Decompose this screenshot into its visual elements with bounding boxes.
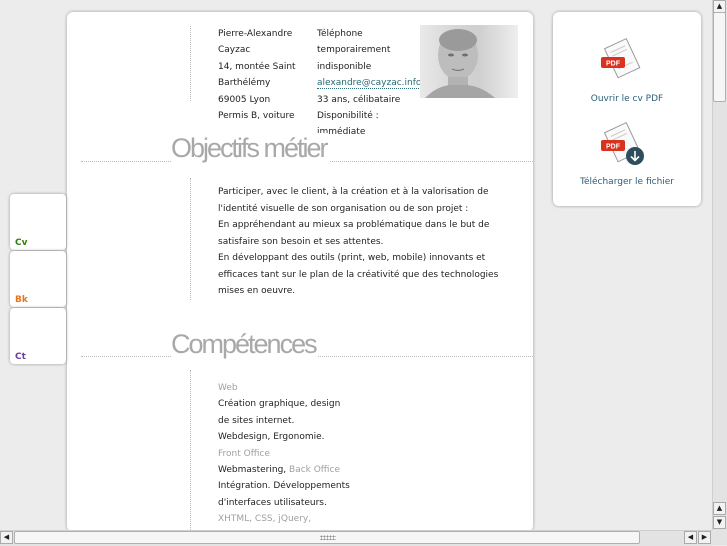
pdf-file-icon[interactable]: PDF (599, 36, 647, 87)
pdf-panel: PDF Ouvrir le cv PDF PDF Télécharger le … (553, 12, 701, 206)
address-line-1: 14, montée Saint (218, 61, 296, 72)
scroll-right-arrow-icon[interactable]: ▶ (698, 531, 711, 544)
phone-line-2: temporairement (317, 45, 391, 56)
tab-ct-label: Ct (15, 352, 26, 362)
contact-address: Pierre-Alexandre Cayzac 14, montée Saint… (218, 26, 296, 124)
email-link[interactable]: alexandre@cayzac.info (317, 78, 422, 90)
competence-category-tech: XHTML, CSS, jQuery, (218, 514, 312, 525)
cv-card: Pierre-Alexandre Cayzac 14, montée Saint… (67, 12, 533, 532)
city: 69005 Lyon (218, 94, 271, 105)
objectif-line: l'identité visuelle de son organisation … (218, 203, 469, 214)
name-line-2: Cayzac (218, 45, 251, 56)
competence-line: Création graphique, design (218, 399, 341, 410)
competence-category-web: Web (218, 383, 238, 393)
phone-line-1: Téléphone (317, 29, 363, 39)
objectif-line: efficaces tant sur le plan de la créativ… (218, 269, 499, 280)
scroll-left-arrow-icon[interactable]: ◀ (0, 531, 13, 544)
open-pdf-link[interactable]: Ouvrir le cv PDF (553, 94, 701, 104)
driving-license: Permis B, voiture (218, 110, 295, 121)
scroll-up-arrow-icon[interactable]: ▲ (713, 502, 726, 515)
section-title-objectifs: Objectifs métier (171, 133, 329, 164)
objectif-line: mises en oeuvre. (218, 286, 296, 296)
address-line-2: Barthélémy (218, 78, 271, 89)
section-title-competences: Compétences (171, 329, 318, 360)
competence-category-front-office: Front Office (218, 448, 270, 459)
name-line-1: Pierre-Alexandre (218, 29, 293, 39)
profile-photo (420, 25, 518, 98)
objectifs-text: Participer, avec le client, à la créatio… (218, 184, 498, 300)
objectif-line: En développant des outils (print, web, m… (218, 253, 486, 263)
contact-divider (190, 26, 191, 101)
vertical-scroll-thumb[interactable] (713, 12, 726, 102)
objectifs-divider (190, 178, 191, 300)
pdf-badge-text: PDF (606, 61, 621, 68)
tab-ct[interactable]: Ct (10, 308, 66, 364)
objectif-line: Participer, avec le client, à la créatio… (218, 187, 489, 197)
phone-line-3: indisponible (317, 61, 372, 72)
competence-line: Intégration. Développements (218, 481, 350, 492)
contact-details: Téléphone temporairement indisponible al… (317, 26, 422, 141)
competence-webmastering: Webmastering, (218, 464, 287, 475)
competence-line: de sites internet. (218, 415, 295, 426)
objectif-line: satisfaire son besoin et ses attentes. (218, 236, 384, 247)
availability-line-2: immédiate (317, 127, 366, 138)
scroll-down-arrow-icon[interactable]: ▼ (713, 516, 726, 529)
competence-category-back-office: Back Office (289, 464, 340, 475)
objectif-line: En appréhendant au mieux sa problématiqu… (218, 220, 490, 230)
scroll-corner (712, 530, 727, 545)
pdf-badge-text: PDF (606, 144, 621, 151)
pdf-download-icon[interactable]: PDF (599, 120, 649, 173)
scroll-left-arrow-icon[interactable]: ◀ (684, 531, 697, 544)
availability-line-1: Disponibilité : (317, 110, 379, 121)
age-status: 33 ans, célibataire (317, 94, 401, 105)
tab-bk-label: Bk (15, 295, 28, 305)
competences-divider (190, 370, 191, 532)
tab-cv[interactable]: Cv (10, 194, 66, 250)
scroll-grip-icon (320, 535, 336, 540)
download-link[interactable]: Télécharger le fichier (553, 177, 701, 187)
competences-text: Web Création graphique, design de sites … (218, 380, 350, 528)
competence-line: Webdesign, Ergonomie. (218, 432, 325, 443)
tab-bk[interactable]: Bk (10, 251, 66, 307)
competence-line: d'interfaces utilisateurs. (218, 497, 327, 508)
tab-cv-label: Cv (15, 238, 28, 248)
